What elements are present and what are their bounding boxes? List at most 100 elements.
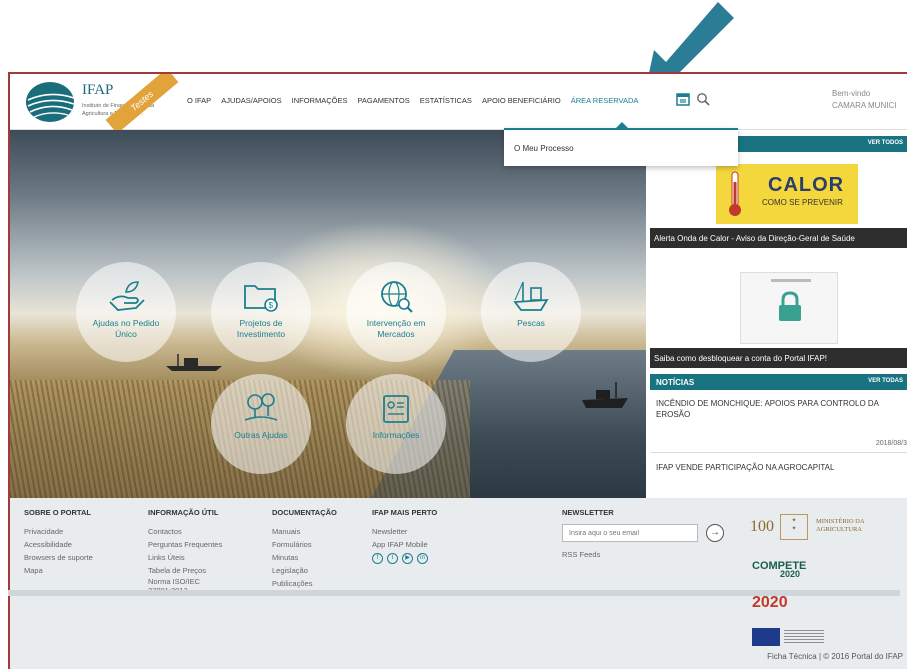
ver-todas-link[interactable]: VER TODAS	[868, 378, 903, 384]
footer-link-formularios[interactable]: Formulários	[272, 538, 337, 551]
portugal-2020-year: 2020	[752, 594, 788, 611]
circle-label: Informações	[372, 430, 420, 440]
footer-link-faq[interactable]: Perguntas Frequentes	[148, 538, 222, 551]
calor-subtitle: COMO SE PREVENIR	[762, 198, 843, 207]
footer-link-contactos[interactable]: Contactos	[148, 525, 222, 538]
nav-pagamentos[interactable]: PAGAMENTOS	[352, 96, 414, 105]
footer-link-links-uteis[interactable]: Links Úteis	[148, 551, 222, 564]
footer-link-legislacao[interactable]: Legislação	[272, 564, 337, 577]
footer-link-tabela-precos[interactable]: Tabela de Preços	[148, 564, 222, 577]
menu-item-meu-processo[interactable]: O Meu Processo	[514, 144, 574, 153]
hand-leaf-icon	[109, 281, 145, 311]
ifap-logo-icon[interactable]	[24, 80, 80, 124]
footer-copyright[interactable]: Ficha Técnica | © 2016 Portal do IFAP	[767, 652, 903, 661]
footer-link-browsers[interactable]: Browsers de suporte	[24, 551, 93, 564]
welcome-user[interactable]: Bem-vindo CAMARA MUNICI	[832, 88, 896, 112]
nav-ajudas-apoios[interactable]: AJUDAS/APOIOS	[216, 96, 286, 105]
highlights-panel: VER TODOS CALOR COMO SE PREVENIR Alerta …	[650, 130, 907, 498]
footer-link-manuais[interactable]: Manuais	[272, 525, 337, 538]
circle-label: Intervenção em Mercados	[366, 318, 426, 339]
unlock-account-image[interactable]	[740, 272, 838, 344]
calor-banner[interactable]: CALOR COMO SE PREVENIR	[716, 164, 858, 224]
nav-informacoes[interactable]: INFORMAÇÕES	[287, 96, 353, 105]
nav-estatisticas[interactable]: ESTATÍSTICAS	[415, 96, 477, 105]
caption-onda-calor[interactable]: Alerta Onda de Calor - Aviso da Direção-…	[650, 228, 907, 248]
image-header	[771, 279, 811, 282]
calor-title: CALOR	[768, 174, 845, 196]
footer-link-minutas[interactable]: Minutas	[272, 551, 337, 564]
circle-intervencao-mercados[interactable]: Intervenção em Mercados	[346, 262, 446, 362]
footer-heading: SOBRE O PORTAL	[24, 508, 91, 517]
twitter-icon[interactable]: t	[387, 553, 398, 564]
newsletter-email-input[interactable]	[562, 524, 698, 542]
footer-heading: IFAP MAIS PERTO	[372, 508, 438, 517]
footer-col-documentacao: DOCUMENTAÇÃO Manuais Formulários Minutas…	[272, 508, 337, 590]
rss-feeds-link[interactable]: RSS Feeds	[562, 550, 600, 559]
news-item-monchique[interactable]: INCÊNDIO DE MONCHIQUE: APOIOS PARA CONTR…	[656, 398, 906, 420]
footer-link-norma-iso[interactable]: Norma ISO/IEC	[148, 577, 222, 586]
browser-bottom-strip	[8, 590, 900, 596]
nav-apoio-beneficiario[interactable]: APOIO BENEFICIÁRIO	[477, 96, 566, 105]
user-name: CAMARA MUNICI	[832, 101, 897, 110]
circle-informacoes[interactable]: Informações	[346, 374, 446, 474]
footer-col-informacao: INFORMAÇÃO ÚTIL Contactos Perguntas Freq…	[148, 508, 222, 595]
ver-todos-link[interactable]: VER TODOS	[868, 140, 903, 146]
dropdown-caret-icon	[616, 122, 628, 128]
footer-link-newsletter[interactable]: Newsletter	[372, 525, 437, 538]
circle-ajudas-pedido-unico[interactable]: Ajudas no Pedido Único	[76, 262, 176, 362]
thermometer-icon	[729, 171, 741, 216]
footer-link-acessibilidade[interactable]: Acessibilidade	[24, 538, 93, 551]
main-nav: O IFAP AJUDAS/APOIOS INFORMAÇÕES PAGAMEN…	[182, 96, 643, 105]
footer-link-publicacoes[interactable]: Publicações	[272, 577, 337, 590]
boat-silhouette-icon	[166, 354, 222, 371]
circle-label: Pescas	[517, 318, 545, 328]
eu-flag-icon	[752, 628, 780, 646]
browser-frame: IFAP Instituto de Financiamento da Agric…	[8, 72, 907, 669]
trees-icon	[244, 393, 278, 421]
trawler-silhouette-icon	[582, 382, 628, 408]
footer-link-app-mobile[interactable]: App IFAP Mobile	[372, 538, 437, 551]
svg-text:$: $	[269, 301, 274, 310]
circle-outras-ajudas[interactable]: Outras Ajudas	[211, 374, 311, 474]
newsletter-submit-arrow-icon[interactable]: →	[706, 524, 724, 542]
social-links: f t ▶ in	[372, 553, 437, 564]
footer-col-newsletter: NEWSLETTER	[562, 508, 614, 525]
calendar-icon[interactable]	[676, 92, 690, 106]
facebook-icon[interactable]: f	[372, 553, 383, 564]
nav-area-reservada[interactable]: ÁREA RESERVADA	[566, 96, 644, 105]
search-icon[interactable]	[696, 92, 710, 106]
footer-heading: NEWSLETTER	[562, 508, 614, 517]
noticias-title: NOTÍCIAS	[656, 378, 695, 387]
eu-fund-text	[784, 630, 824, 644]
welcome-label: Bem-vindo	[832, 89, 871, 98]
youtube-icon[interactable]: ▶	[402, 553, 413, 564]
site-footer: SOBRE O PORTAL Privacidade Acessibilidad…	[10, 498, 907, 669]
footer-link-privacidade[interactable]: Privacidade	[24, 525, 93, 538]
nav-o-ifap[interactable]: O IFAP	[182, 96, 216, 105]
news-date: 2018/08/3	[875, 440, 907, 447]
logo-title: IFAP	[82, 82, 114, 98]
boat-icon	[513, 281, 549, 311]
news-divider	[650, 452, 907, 453]
site-header: IFAP Instituto de Financiamento da Agric…	[10, 74, 907, 134]
circle-pescas[interactable]: Pescas	[481, 262, 581, 362]
footer-link-mapa[interactable]: Mapa	[24, 564, 93, 577]
caption-desbloquear-conta[interactable]: Saiba como desbloquear a conta do Portal…	[650, 348, 907, 368]
footer-heading: DOCUMENTAÇÃO	[272, 508, 337, 517]
area-reservada-dropdown: O Meu Processo	[504, 122, 738, 166]
hero-banner: Ajudas no Pedido Único $ Projetos de Inv…	[10, 130, 646, 498]
linkedin-icon[interactable]: in	[417, 553, 428, 564]
seal-icon: ✦ ✦	[780, 514, 808, 540]
news-item-agrocapital[interactable]: IFAP VENDE PARTICIPAÇÃO NA AGROCAPITAL	[656, 462, 906, 473]
circle-label: Projetos de Investimento	[236, 318, 286, 339]
portugal-2020-logo: 2020	[752, 594, 788, 612]
lock-icon	[779, 291, 801, 321]
circle-projetos-investimento[interactable]: $ Projetos de Investimento	[211, 262, 311, 362]
footer-heading: INFORMAÇÃO ÚTIL	[148, 508, 219, 517]
footer-col-sobre: SOBRE O PORTAL Privacidade Acessibilidad…	[24, 508, 93, 577]
globe-search-icon	[381, 281, 413, 313]
noticias-bar: NOTÍCIAS VER TODAS	[650, 374, 907, 390]
compete-2020-logo: COMPETE 2020	[752, 560, 806, 579]
circle-label: Outras Ajudas	[234, 430, 288, 440]
folder-money-icon: $	[244, 285, 278, 312]
